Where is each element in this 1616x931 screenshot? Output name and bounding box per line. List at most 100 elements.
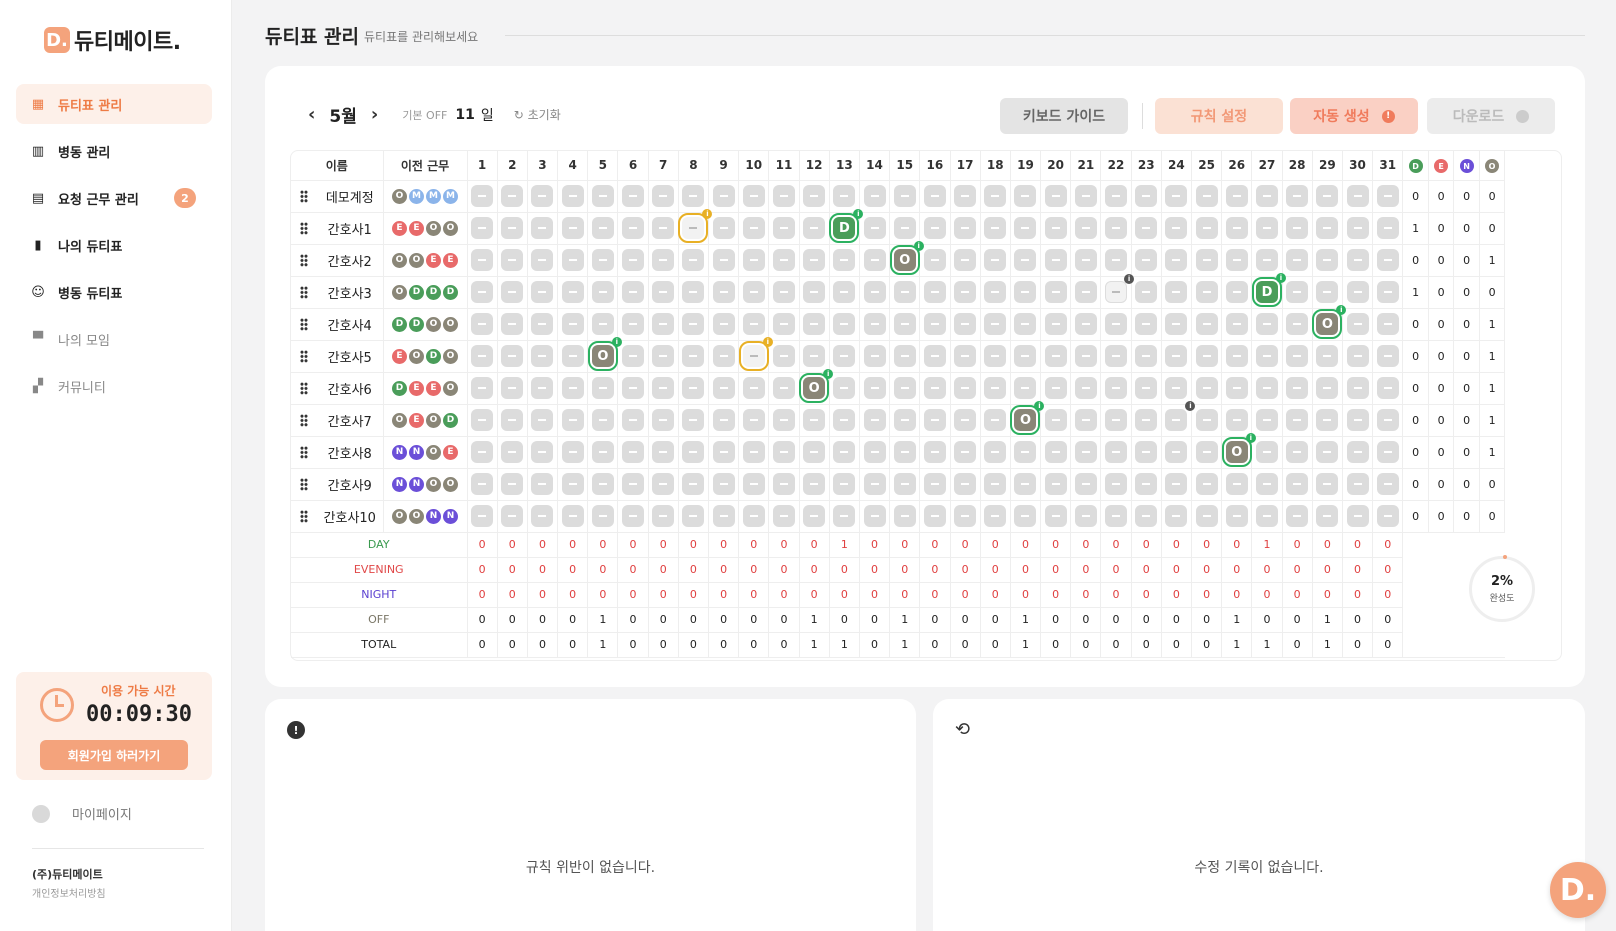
duty-cell[interactable] [1014, 313, 1037, 335]
duty-cell[interactable] [471, 473, 494, 495]
duty-cell[interactable] [1105, 345, 1128, 367]
duty-cell[interactable] [772, 441, 795, 463]
duty-cell[interactable] [863, 217, 886, 239]
duty-cell[interactable] [923, 377, 946, 399]
duty-cell[interactable] [1286, 281, 1309, 303]
duty-cell[interactable] [984, 409, 1007, 431]
duty-cell[interactable] [1074, 473, 1097, 495]
duty-cell[interactable] [1195, 249, 1218, 271]
duty-cell[interactable] [712, 345, 735, 367]
duty-cell[interactable] [954, 345, 977, 367]
duty-cell[interactable] [622, 377, 645, 399]
duty-cell[interactable] [833, 313, 856, 335]
duty-cell[interactable] [1255, 505, 1278, 527]
duty-cell[interactable] [1014, 185, 1037, 207]
sidebar-item-4[interactable]: ☺ 병동 듀티표 [16, 272, 212, 312]
duty-cell[interactable] [591, 505, 614, 527]
duty-cell[interactable] [1014, 249, 1037, 271]
duty-cell[interactable] [1346, 505, 1369, 527]
duty-cell[interactable] [1105, 377, 1128, 399]
duty-cell[interactable] [531, 473, 554, 495]
duty-cell[interactable] [712, 281, 735, 303]
duty-cell[interactable]: Oi [1221, 433, 1256, 467]
duty-cell[interactable] [622, 281, 645, 303]
duty-cell[interactable] [833, 281, 856, 303]
duty-cell[interactable] [1074, 281, 1097, 303]
duty-cell[interactable] [1376, 281, 1399, 303]
duty-cell[interactable] [833, 473, 856, 495]
duty-cell[interactable] [923, 473, 946, 495]
duty-cell[interactable] [803, 281, 826, 303]
duty-cell[interactable] [561, 377, 584, 399]
duty-cell[interactable] [803, 217, 826, 239]
duty-cell[interactable] [1346, 249, 1369, 271]
duty-cell[interactable] [1074, 345, 1097, 367]
duty-cell[interactable] [1346, 473, 1369, 495]
duty-cell[interactable] [712, 505, 735, 527]
download-button[interactable]: 다운로드 [1427, 98, 1555, 134]
duty-cell[interactable] [531, 441, 554, 463]
duty-cell[interactable] [1014, 217, 1037, 239]
duty-cell[interactable]: Oi [1010, 401, 1045, 435]
duty-cell[interactable] [1255, 441, 1278, 463]
duty-cell[interactable] [984, 313, 1007, 335]
duty-cell[interactable] [1074, 313, 1097, 335]
duty-cell[interactable] [984, 249, 1007, 271]
duty-cell[interactable] [1225, 281, 1248, 303]
duty-cell[interactable] [712, 473, 735, 495]
duty-cell[interactable] [742, 217, 765, 239]
duty-cell[interactable] [772, 473, 795, 495]
duty-cell[interactable] [1135, 377, 1158, 399]
duty-cell[interactable] [652, 217, 675, 239]
duty-cell[interactable] [1074, 377, 1097, 399]
duty-cell[interactable] [1346, 185, 1369, 207]
duty-cell[interactable] [1044, 249, 1067, 271]
duty-cell[interactable] [1044, 505, 1067, 527]
duty-cell[interactable] [652, 473, 675, 495]
drag-handle[interactable] [291, 372, 317, 405]
duty-cell[interactable] [622, 313, 645, 335]
duty-cell[interactable] [622, 473, 645, 495]
duty-cell[interactable] [1105, 505, 1128, 527]
duty-cell[interactable] [1105, 185, 1128, 207]
duty-cell[interactable] [652, 281, 675, 303]
duty-cell[interactable] [1255, 377, 1278, 399]
duty-cell[interactable] [1225, 505, 1248, 527]
duty-cell[interactable] [984, 377, 1007, 399]
duty-cell[interactable] [1316, 409, 1339, 431]
drag-handle[interactable] [291, 276, 317, 309]
duty-cell[interactable] [1195, 217, 1218, 239]
duty-cell[interactable] [833, 505, 856, 527]
off-value[interactable]: 11 [455, 107, 474, 123]
duty-cell[interactable] [923, 217, 946, 239]
duty-cell[interactable] [803, 441, 826, 463]
sidebar-item-3[interactable]: ▮ 나의 듀티표 [16, 225, 212, 265]
duty-cell[interactable] [954, 249, 977, 271]
duty-cell[interactable] [954, 473, 977, 495]
duty-cell[interactable] [561, 345, 584, 367]
duty-cell[interactable] [652, 441, 675, 463]
duty-cell[interactable] [1044, 217, 1067, 239]
duty-cell[interactable] [531, 313, 554, 335]
duty-cell[interactable] [923, 281, 946, 303]
duty-cell[interactable] [1346, 345, 1369, 367]
duty-cell[interactable] [501, 217, 524, 239]
duty-cell[interactable] [471, 313, 494, 335]
duty-cell[interactable] [1346, 409, 1369, 431]
duty-cell[interactable] [1225, 345, 1248, 367]
duty-cell[interactable] [984, 185, 1007, 207]
duty-cell[interactable] [923, 313, 946, 335]
duty-cell[interactable] [1286, 313, 1309, 335]
duty-cell[interactable]: i [738, 337, 773, 371]
duty-cell[interactable] [1195, 313, 1218, 335]
sidebar-item-6[interactable]: ▞ 커뮤니티 [16, 366, 212, 406]
duty-cell[interactable] [561, 409, 584, 431]
duty-cell[interactable] [893, 185, 916, 207]
duty-cell[interactable] [471, 377, 494, 399]
duty-cell[interactable] [1225, 185, 1248, 207]
duty-cell[interactable] [1195, 505, 1218, 527]
duty-cell[interactable] [501, 313, 524, 335]
duty-cell[interactable] [591, 441, 614, 463]
duty-cell[interactable] [1135, 441, 1158, 463]
duty-cell[interactable] [1195, 409, 1218, 431]
